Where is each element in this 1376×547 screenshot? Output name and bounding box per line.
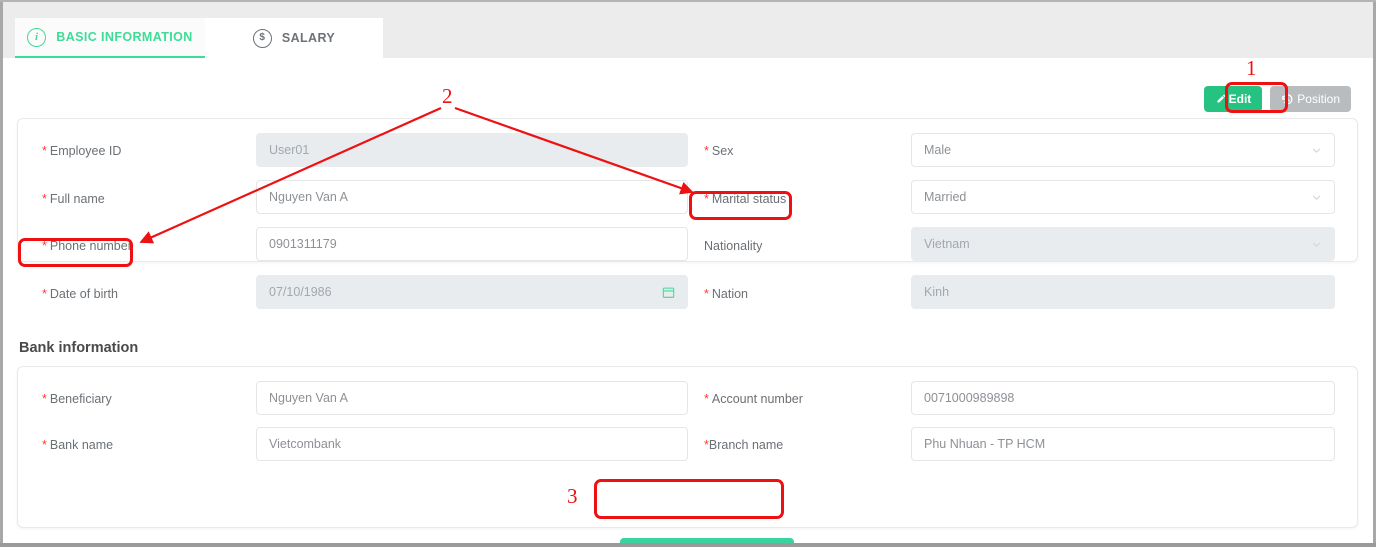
required-asterisk: *	[42, 192, 47, 206]
field-nation-label: * Nation	[704, 287, 749, 301]
history-clock-icon	[1281, 93, 1294, 106]
tab-bar: i BASIC INFORMATION $ SALARY	[3, 2, 1373, 58]
field-sex-label: * Sex	[704, 144, 734, 158]
field-employee-id-label: * Employee ID	[42, 144, 122, 158]
input-phone-number[interactable]: 0901311179	[256, 227, 688, 261]
required-asterisk: *	[704, 192, 709, 206]
chevron-down-icon	[1311, 239, 1322, 250]
tab-salary[interactable]: $ SALARY	[205, 18, 383, 58]
input-account-number[interactable]: 0071000989898	[911, 381, 1335, 415]
calendar-icon[interactable]	[662, 286, 675, 299]
field-phone-number-label: * Phone number	[42, 239, 132, 253]
send-request-for-edition-button[interactable]: Send request for edition	[620, 538, 794, 543]
input-branch-name[interactable]: Phu Nhuan - TP HCM	[911, 427, 1335, 461]
chevron-down-icon	[1311, 145, 1322, 156]
app-window: i BASIC INFORMATION $ SALARY Edit Positi…	[0, 0, 1376, 547]
pencil-icon	[1215, 94, 1226, 105]
tab-salary-label: SALARY	[281, 31, 336, 45]
field-bank-name-label: * Bank name	[42, 438, 114, 452]
bank-information-heading: Bank information	[19, 340, 139, 356]
tab-basic-information[interactable]: i BASIC INFORMATION	[15, 18, 205, 58]
viewport: i BASIC INFORMATION $ SALARY Edit Positi…	[3, 2, 1373, 543]
edit-button[interactable]: Edit	[1203, 86, 1263, 112]
select-sex[interactable]: Male	[911, 133, 1335, 167]
required-asterisk: *	[42, 144, 47, 158]
page-content: Edit Position * Employee ID * Full name …	[3, 58, 1373, 543]
input-bank-name[interactable]: Vietcombank	[256, 427, 688, 461]
required-asterisk: *	[704, 144, 709, 158]
required-asterisk: *	[704, 287, 709, 301]
field-account-number-label: * Account number	[704, 392, 803, 406]
select-nationality[interactable]: Vietnam	[911, 227, 1335, 261]
required-asterisk: *	[42, 392, 47, 406]
select-marital-status[interactable]: Married	[911, 180, 1335, 214]
info-circle-icon: i	[27, 27, 47, 47]
field-full-name-label: * Full name	[42, 192, 105, 206]
window-border-bottom	[0, 543, 1376, 547]
action-button-group: Edit Position	[1203, 86, 1351, 112]
tab-basic-information-label: BASIC INFORMATION	[56, 30, 193, 44]
position-button[interactable]: Position	[1270, 86, 1351, 112]
input-beneficiary[interactable]: Nguyen Van A	[256, 381, 688, 415]
required-asterisk: *	[42, 239, 47, 253]
field-nationality-label: Nationality	[704, 239, 763, 253]
input-nation[interactable]: Kinh	[911, 275, 1335, 309]
chevron-down-icon	[1311, 192, 1322, 203]
input-employee-id[interactable]: User01	[256, 133, 688, 167]
position-button-label: Position	[1297, 92, 1340, 106]
field-date-of-birth-label: * Date of birth	[42, 287, 118, 301]
personal-information-panel: * Employee ID * Full name * Phone number * D…	[17, 118, 1358, 309]
field-branch-name-label: *Branch name	[704, 438, 784, 452]
required-asterisk: *	[42, 438, 47, 452]
dollar-circle-icon: $	[252, 28, 272, 48]
required-asterisk: *	[42, 287, 47, 301]
required-asterisk: *	[704, 392, 709, 406]
input-full-name[interactable]: Nguyen Van A	[256, 180, 688, 214]
field-beneficiary-label: * Beneficiary	[42, 392, 112, 406]
bank-information-panel: * Beneficiary * Bank name Nguyen Van A Vie…	[17, 366, 1358, 543]
input-date-of-birth[interactable]: 07/10/1986	[256, 275, 688, 309]
edit-button-label: Edit	[1228, 92, 1252, 106]
field-marital-status-label: * Marital status	[704, 192, 787, 206]
